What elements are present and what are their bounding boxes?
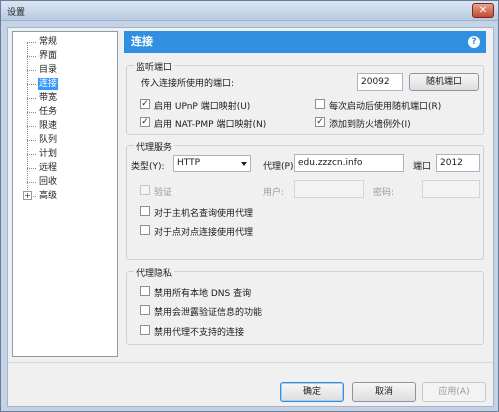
tree-item-label: 目录 xyxy=(39,65,58,75)
connection-panel: 连接 ? 监听端口 传入连接所使用的端口: 20092 随机端口 ✓ 启用 UP… xyxy=(124,31,486,357)
tree-item-label: 界面 xyxy=(39,51,58,61)
settings-tree: 常规界面目录连接带宽任务限速队列计划远程回收 + 高级 xyxy=(12,31,118,357)
tree-item-label: 连接 xyxy=(38,78,59,90)
proxy-user-input[interactable] xyxy=(294,180,364,198)
proxy-legend: 代理服务 xyxy=(134,140,175,153)
tree-item-label: 队列 xyxy=(39,135,58,145)
local-dns-checkbox[interactable] xyxy=(140,286,150,296)
proxy-auth-label: 验证 xyxy=(154,188,173,198)
proxy-pass-input[interactable] xyxy=(422,180,480,198)
local-dns-label: 禁用所有本地 DNS 查询 xyxy=(154,289,252,299)
tree-branch-line xyxy=(27,56,36,57)
cancel-button[interactable]: 取消 xyxy=(352,382,416,402)
tree-branch-line xyxy=(27,42,36,43)
proxy-host-conn-checkbox[interactable] xyxy=(140,206,150,216)
random-start-checkbox[interactable] xyxy=(315,99,325,109)
ok-button[interactable]: 确定 xyxy=(280,382,344,402)
proxy-type-value: HTTP xyxy=(177,158,201,168)
tree-item-label: 计划 xyxy=(39,149,58,159)
random-port-button[interactable]: 随机端口 xyxy=(409,73,479,91)
listen-port-group: 监听端口 传入连接所使用的端口: 20092 随机端口 ✓ 启用 UPnP 端口… xyxy=(126,60,484,135)
tree-connector xyxy=(27,42,28,198)
tree-item-label: 远程 xyxy=(39,163,58,173)
tree-item-label: 限速 xyxy=(39,121,58,131)
proxy-port-label: 端口 xyxy=(413,162,432,172)
tree-branch-line xyxy=(27,140,36,141)
tree-branch-line xyxy=(27,154,36,155)
unsupported-conn-checkbox[interactable] xyxy=(140,325,150,335)
panel-header: 连接 ? xyxy=(124,31,486,53)
proxy-peer-conn-label: 对于点对点连接使用代理 xyxy=(154,228,254,238)
tree-item-label: 回收 xyxy=(39,177,58,187)
chevron-down-icon xyxy=(241,162,247,166)
panel-title: 连接 xyxy=(131,35,153,48)
proxy-host-input[interactable]: edu.zzzcn.info xyxy=(294,154,404,172)
proxy-port-input[interactable]: 2012 xyxy=(436,154,480,172)
firewall-label: 添加到防火墙例外(I) xyxy=(329,120,411,130)
proxy-peer-conn-checkbox[interactable] xyxy=(140,225,150,235)
expand-plus-icon[interactable]: + xyxy=(23,191,32,200)
tree-item-label: 任务 xyxy=(39,107,58,117)
proxy-user-label: 用户: xyxy=(263,188,285,198)
dialog-client: 常规 界面 目录 连接 带宽 任务 限速 队列 计划 远程 回收 + 高级 连接 ? 监听端口 传入连接… xyxy=(7,27,494,407)
proxy-privacy-group: 代理隐私 禁用所有本地 DNS 查询 禁用会泄露验证信息的功能 禁用代理不支持的… xyxy=(126,266,484,345)
upnp-label: 启用 UPnP 端口映射(U) xyxy=(154,102,251,112)
leak-checkbox[interactable] xyxy=(140,305,150,315)
settings-window: 设置 ✕ 常规 界面 目录 连接 带宽 任务 限速 队列 计划 远程 回收 + 高级 连接 ? 监听端口… xyxy=(0,0,499,412)
listen-port-legend: 监听端口 xyxy=(134,60,175,73)
tree-item-label: 带宽 xyxy=(39,93,58,103)
proxy-pass-label: 密码: xyxy=(373,188,395,198)
proxy-type-select[interactable]: HTTP xyxy=(173,155,251,172)
leak-label: 禁用会泄露验证信息的功能 xyxy=(154,308,263,318)
natpmp-label: 启用 NAT-PMP 端口映射(N) xyxy=(154,120,267,130)
random-start-label: 每次启动后使用随机端口(R) xyxy=(329,102,442,112)
tree-branch-line xyxy=(27,98,36,99)
tree-item-label: 常规 xyxy=(39,37,58,47)
firewall-checkbox[interactable]: ✓ xyxy=(315,117,325,127)
tree-branch-line xyxy=(27,126,36,127)
apply-button[interactable]: 应用(A) xyxy=(422,382,486,402)
tree-branch-line xyxy=(27,70,36,71)
upnp-checkbox[interactable]: ✓ xyxy=(140,99,150,109)
title-bar: 设置 ✕ xyxy=(1,1,498,21)
proxy-group: 代理服务 类型(Y): HTTP 代理(P): edu.zzzcn.info 端… xyxy=(126,140,484,260)
help-icon[interactable]: ? xyxy=(468,36,480,48)
tree-branch-line xyxy=(27,182,36,183)
tree-item-label: 高级 xyxy=(39,191,58,201)
listen-port-input[interactable]: 20092 xyxy=(357,73,403,91)
natpmp-checkbox[interactable]: ✓ xyxy=(140,117,150,127)
unsupported-conn-label: 禁用代理不支持的连接 xyxy=(154,328,245,338)
listen-port-label: 传入连接所使用的端口: xyxy=(141,79,235,89)
tree-branch-line xyxy=(27,112,36,113)
proxy-privacy-legend: 代理隐私 xyxy=(134,266,175,279)
proxy-host-conn-label: 对于主机名查询使用代理 xyxy=(154,209,254,219)
close-icon[interactable]: ✕ xyxy=(472,3,494,18)
proxy-type-label: 类型(Y): xyxy=(131,162,165,172)
proxy-host-label: 代理(P): xyxy=(263,162,297,172)
tree-branch-line xyxy=(27,168,36,169)
footer-divider xyxy=(8,362,493,363)
proxy-auth-checkbox[interactable] xyxy=(140,185,150,195)
tree-branch-line xyxy=(27,84,36,85)
window-title: 设置 xyxy=(7,8,26,18)
